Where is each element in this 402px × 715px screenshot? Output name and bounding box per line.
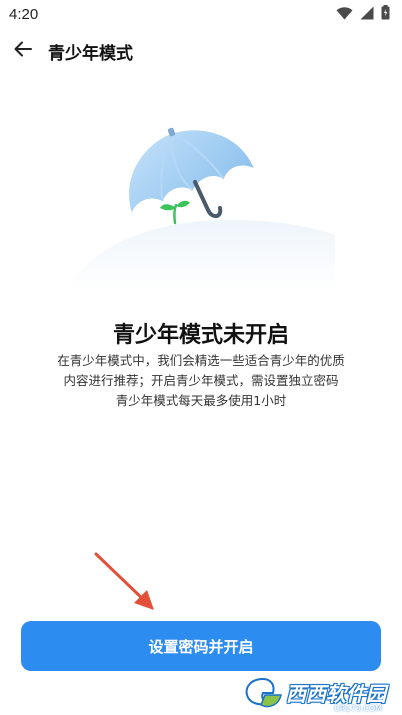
description-line: 青少年模式每天最多使用1小时	[115, 393, 287, 408]
sprout	[160, 200, 190, 225]
status-bar: 4:20	[0, 0, 402, 28]
watermark-text: 西西软件园	[286, 681, 386, 706]
signal-icon	[360, 5, 374, 24]
back-button[interactable]	[8, 36, 38, 66]
app-bar: 青少年模式	[0, 28, 402, 74]
watermark: 西西软件园 CR173.COM	[243, 673, 386, 713]
screen: 4:20 青少年模式 青少年模式未开启 在青少年模式中，我们会精选一些适合青少年…	[0, 0, 402, 715]
description-line: 内容进行推荐；开启青少年模式，需设置独立密码	[63, 373, 339, 388]
description-line: 在青少年模式中，我们会精选一些适合青少年的优质	[57, 353, 345, 368]
description: 在青少年模式中，我们会精选一些适合青少年的优质 内容进行推荐；开启青少年模式，需…	[0, 351, 402, 411]
arrow-left-icon	[13, 39, 33, 63]
battery-icon	[381, 4, 390, 24]
umbrella-sprout-illustration	[70, 127, 335, 290]
watermark-logo-icon	[245, 677, 282, 708]
illustration	[60, 120, 340, 290]
set-password-enable-button[interactable]: 设置密码并开启	[21, 621, 381, 671]
status-time: 4:20	[9, 5, 39, 23]
annotation-arrow	[88, 548, 162, 618]
status-icons	[336, 4, 390, 24]
page-title: 青少年模式	[48, 44, 133, 64]
watermark-subtext: CR173.COM	[334, 704, 382, 713]
wifi-icon	[336, 5, 353, 24]
headline: 青少年模式未开启	[112, 323, 289, 348]
